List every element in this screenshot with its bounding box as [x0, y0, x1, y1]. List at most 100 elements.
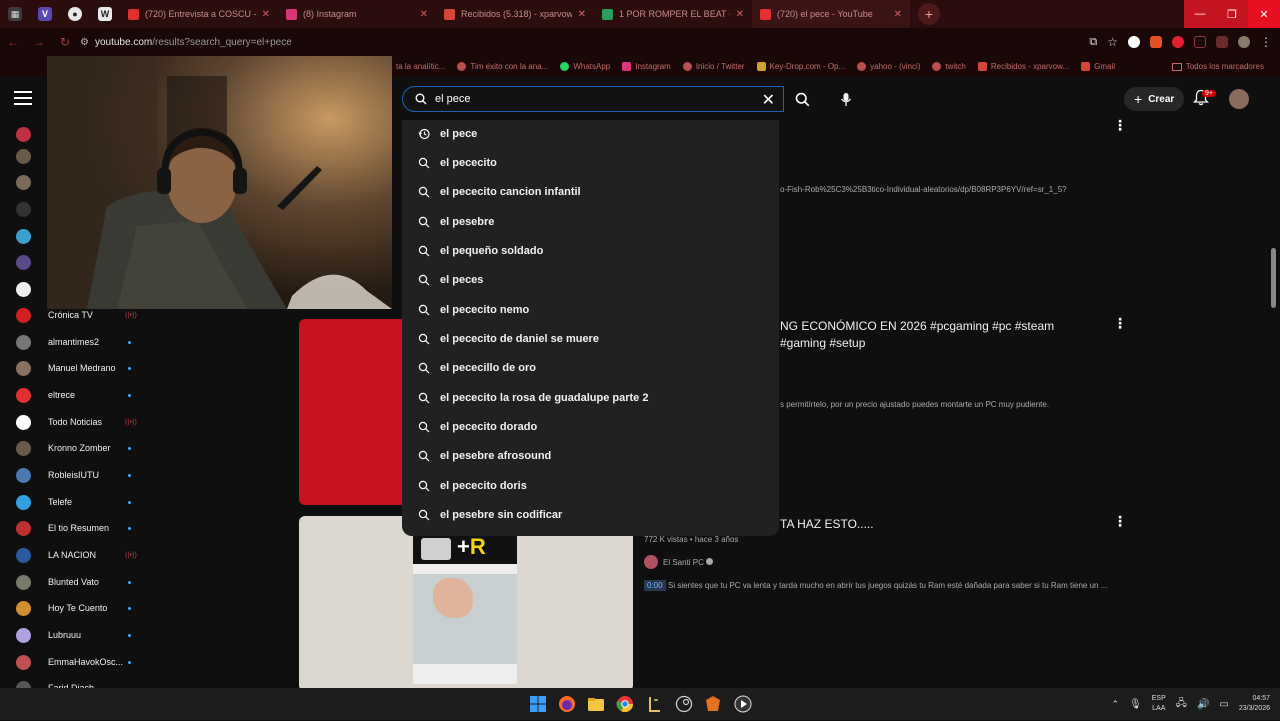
all-bookmarks-folder[interactable]: Todos los marcadores [1166, 56, 1270, 77]
suggestion-item[interactable]: el pececillo de oro [402, 354, 779, 383]
extension-icon[interactable] [1194, 36, 1206, 48]
file-explorer-icon[interactable] [587, 695, 605, 713]
new-tab-button[interactable]: + [918, 3, 940, 25]
sidebar-channel-item[interactable]: RobleisIUTU [0, 462, 150, 488]
sidebar-channel-item[interactable]: LA NACION ((•)) [0, 542, 150, 568]
suggestion-item[interactable]: el peces [402, 266, 779, 295]
bookmark-item[interactable]: yahoo - (vinci) [851, 62, 926, 71]
back-button[interactable]: ← [0, 28, 26, 56]
more-actions-icon[interactable]: ⋮ [1113, 513, 1127, 530]
channel-name[interactable]: El Santi PC [663, 558, 704, 567]
sidebar-channel-item[interactable]: EmmaHavokOsc... [0, 649, 150, 675]
clock[interactable]: 04:57 23/3/2026 [1239, 694, 1270, 714]
profile-avatar[interactable] [1238, 36, 1250, 48]
sidebar-channel-item[interactable]: Todo Noticias ((•)) [0, 409, 150, 435]
network-icon[interactable]: 🖧 [1176, 696, 1187, 713]
create-button[interactable]: + Crear [1124, 87, 1185, 111]
suggestion-item[interactable]: el pececito doris [402, 472, 779, 501]
sidebar-channel-item[interactable]: Telefe [0, 489, 150, 515]
clear-search-icon[interactable]: ✕ [762, 90, 775, 110]
extension-icon[interactable] [1172, 36, 1184, 48]
suggestion-item[interactable]: el pececito [402, 149, 779, 178]
windows-start-icon[interactable] [529, 695, 547, 713]
menu-icon[interactable] [14, 91, 32, 105]
page-scrollbar[interactable] [1271, 248, 1276, 308]
browser-tab[interactable]: (8) Instagram ✕ [278, 0, 436, 28]
bookmark-item[interactable]: Key-Drop.com - Op... [751, 62, 852, 71]
extension-icon[interactable] [1128, 36, 1140, 48]
suggestion-item[interactable]: el pesebre sin codificar [402, 501, 779, 530]
install-app-icon[interactable]: ⧉ [1089, 36, 1097, 49]
browser-tab[interactable]: Recibidos (5.318) - xparvow@ ✕ [436, 0, 594, 28]
sidebar-channel-item[interactable]: almantimes2 [0, 329, 150, 355]
pinned-tab-1[interactable]: ▦ [0, 0, 30, 28]
bookmark-item[interactable]: ta la analític... [390, 62, 451, 71]
bookmark-item[interactable]: Recibidos - xparvow... [972, 62, 1075, 71]
bookmark-item[interactable]: Instagram [616, 62, 677, 71]
account-avatar[interactable] [1229, 89, 1249, 109]
pinned-tab-3[interactable]: ● [60, 0, 90, 28]
bookmark-item[interactable]: twitch [926, 62, 971, 71]
video-title[interactable]: TA HAZ ESTO..... [780, 516, 874, 533]
close-window-button[interactable]: ✕ [1248, 0, 1280, 28]
extensions-menu-icon[interactable] [1216, 36, 1228, 48]
bookmark-item[interactable]: Inicio / Twitter [677, 62, 751, 71]
video-title-line-2[interactable]: #gaming #setup [780, 335, 865, 352]
chevron-up-icon[interactable]: ⌃ [1112, 699, 1120, 710]
browser-tab[interactable]: (720) Entrevista a COSCU - Yo ✕ [120, 0, 278, 28]
voice-search-button[interactable] [833, 86, 859, 112]
pinned-tab-2[interactable]: V [30, 0, 60, 28]
sidebar-channel-item[interactable]: eltrece [0, 382, 150, 408]
search-input[interactable] [435, 93, 735, 105]
suggestion-item[interactable]: el pececito la rosa de guadalupe parte 2 [402, 384, 779, 413]
chapter-timestamp[interactable]: 0:00 [644, 580, 666, 591]
suggestion-item[interactable]: el pececito dorado [402, 413, 779, 442]
suggestion-item[interactable]: el pece [402, 120, 779, 149]
bookmark-star-icon[interactable]: ☆ [1107, 35, 1118, 49]
sidebar-channel-item[interactable]: Manuel Medrano [0, 355, 150, 381]
suggestion-item[interactable]: el pececito cancion infantil [402, 178, 779, 207]
tab-close-icon[interactable]: ✕ [894, 9, 902, 20]
microphone-icon[interactable]: 🎙 [1129, 699, 1142, 710]
address-bar[interactable]: ⚙ youtube.com/results?search_query=el+pe… [80, 32, 1090, 52]
pinned-tab-4[interactable]: W [90, 0, 120, 28]
video-thumbnail[interactable]: +R [299, 516, 633, 691]
reload-button[interactable]: ↻ [52, 28, 78, 56]
suggestion-item[interactable]: el pececito de daniel se muere [402, 325, 779, 354]
media-player-icon[interactable] [734, 695, 752, 713]
suggestion-item[interactable]: el pececito nemo [402, 296, 779, 325]
more-actions-icon[interactable]: ⋮ [1113, 315, 1127, 332]
language-indicator[interactable]: ESP LAA [1152, 694, 1166, 714]
search-button[interactable] [784, 86, 820, 112]
site-info-icon[interactable]: ⚙ [80, 37, 89, 48]
tab-close-icon[interactable]: ✕ [736, 9, 744, 20]
bookmark-item[interactable]: Gmail [1075, 62, 1121, 71]
more-actions-icon[interactable]: ⋮ [1113, 117, 1127, 134]
tab-close-icon[interactable]: ✕ [420, 9, 428, 20]
tab-close-icon[interactable]: ✕ [578, 9, 586, 20]
extension-icon[interactable] [1150, 36, 1162, 48]
sidebar-channel-item[interactable]: Kronno Zomber [0, 435, 150, 461]
minimize-button[interactable]: — [1184, 0, 1216, 28]
tab-close-icon[interactable]: ✕ [262, 9, 270, 20]
channel-avatar[interactable] [644, 555, 658, 569]
sidebar-channel-item[interactable]: El tio Resumen [0, 515, 150, 541]
firefox-icon[interactable] [558, 695, 576, 713]
sidebar-channel-item[interactable]: Hoy Te Cuento [0, 595, 150, 621]
bookmark-item[interactable]: WhatsApp [554, 62, 616, 71]
sidebar-channel-item[interactable]: Lubruuu [0, 622, 150, 648]
steam-icon[interactable] [675, 695, 693, 713]
browser-tab-active[interactable]: (720) el pece - YouTube ✕ [752, 0, 910, 28]
app-icon[interactable] [646, 695, 664, 713]
battery-icon[interactable]: ▭ [1219, 699, 1228, 710]
suggestion-item[interactable]: el pequeño soldado [402, 237, 779, 266]
bookmark-item[interactable]: Tim éxito con la ana... [451, 62, 554, 71]
suggestion-item[interactable]: el pesebre [402, 208, 779, 237]
more-menu-icon[interactable]: ⋮ [1260, 35, 1272, 49]
sidebar-channel-item[interactable]: Blunted Vato [0, 569, 150, 595]
maximize-button[interactable]: ❐ [1216, 0, 1248, 28]
volume-icon[interactable]: 🔊 [1197, 699, 1209, 710]
suggestion-item[interactable]: el pesebre afrosound [402, 442, 779, 471]
browser-tab[interactable]: 1 POR ROMPER EL BEAT - Goo ✕ [594, 0, 752, 28]
chrome-icon[interactable] [616, 695, 634, 713]
